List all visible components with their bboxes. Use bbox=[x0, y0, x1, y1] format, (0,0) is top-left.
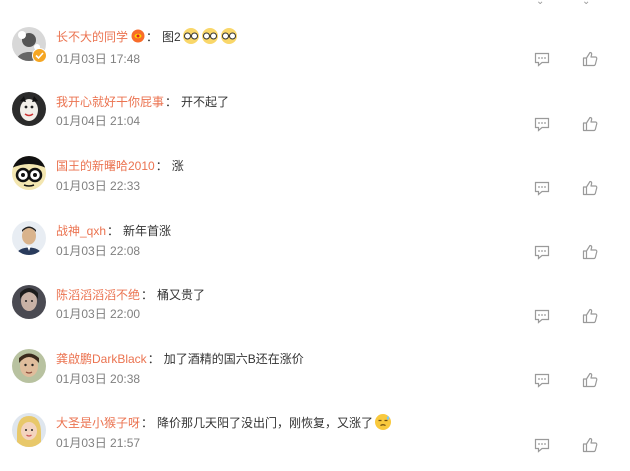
like-button[interactable] bbox=[581, 371, 599, 389]
doge-glasses-emoji-icon bbox=[220, 27, 238, 45]
thumbs-up-icon bbox=[582, 437, 598, 453]
like-button[interactable] bbox=[581, 179, 599, 197]
reply-button[interactable] bbox=[533, 307, 551, 325]
like-button[interactable] bbox=[581, 50, 599, 68]
comment-item: 大圣是小猴子呀： 降价那几天阳了没出门，刚恢复，又涨了 01月03日 21:57 bbox=[0, 407, 630, 471]
colon: ： bbox=[155, 159, 168, 173]
username-link[interactable]: 龚啟鹏DarkBlack bbox=[56, 352, 147, 366]
colon: ： bbox=[107, 224, 120, 238]
comment-icon bbox=[534, 52, 550, 67]
colon: ： bbox=[141, 288, 154, 302]
cropped-icon: ⌄ bbox=[582, 0, 591, 7]
username-link[interactable]: 我开心就好干你屁事 bbox=[56, 95, 164, 109]
comment-time: 01月03日 22:08 bbox=[56, 244, 141, 258]
comment-item: 国王的新曙哈2010：涨 01月03日 22:33 bbox=[0, 150, 630, 214]
thumbs-up-icon bbox=[582, 308, 598, 324]
username-link[interactable]: 大圣是小猴子呀 bbox=[56, 416, 140, 430]
verified-badge-icon bbox=[32, 48, 47, 63]
user-avatar[interactable] bbox=[12, 349, 46, 383]
comment-item: 长不大的同学 ：图2 01月03日 17:48 bbox=[0, 21, 630, 85]
avatar-photo-icon bbox=[12, 92, 46, 126]
like-button[interactable] bbox=[581, 115, 599, 133]
comment-text: 新年首涨 bbox=[123, 224, 172, 238]
comment-item: 我开心就好干你屁事： 开不起了 01月04日 21:04 bbox=[0, 86, 630, 150]
vip-badge-icon bbox=[131, 29, 145, 43]
comment-line: 龚啟鹏DarkBlack： 加了酒精的国六B还在涨价 bbox=[56, 349, 304, 369]
comment-icon bbox=[534, 309, 550, 324]
reply-button[interactable] bbox=[533, 436, 551, 454]
comment-item: 龚啟鹏DarkBlack： 加了酒精的国六B还在涨价 01月03日 20:38 bbox=[0, 343, 630, 407]
comment-icon bbox=[534, 373, 550, 388]
comment-text: 桶又贵了 bbox=[157, 288, 206, 302]
comment-time: 01月03日 20:38 bbox=[56, 372, 141, 386]
awkward-face-emoji-icon bbox=[374, 413, 392, 431]
comment-text: 开不起了 bbox=[181, 95, 230, 109]
comment-icon bbox=[534, 438, 550, 453]
reply-button[interactable] bbox=[533, 179, 551, 197]
avatar-cartoon-glasses-icon bbox=[12, 156, 46, 190]
avatar-photo-icon bbox=[12, 413, 46, 447]
doge-glasses-emoji-icon bbox=[201, 27, 219, 45]
doge-glasses-emoji-icon bbox=[182, 27, 200, 45]
reply-button[interactable] bbox=[533, 115, 551, 133]
user-avatar[interactable] bbox=[12, 413, 46, 447]
like-button[interactable] bbox=[581, 436, 599, 454]
comment-text: 降价那几天阳了没出门，刚恢复，又涨了 bbox=[157, 416, 374, 430]
comment-item: 陈滔滔滔滔不绝： 桶又贵了 01月03日 22:00 bbox=[0, 279, 630, 343]
comment-time: 01月03日 22:00 bbox=[56, 307, 141, 321]
comment-icon bbox=[534, 181, 550, 196]
user-avatar[interactable] bbox=[12, 221, 46, 255]
comment-icon bbox=[534, 117, 550, 132]
comment-line: 大圣是小猴子呀： 降价那几天阳了没出门，刚恢复，又涨了 bbox=[56, 413, 392, 433]
comment-icon bbox=[534, 245, 550, 260]
colon: ： bbox=[165, 95, 178, 109]
avatar-photo-icon bbox=[12, 349, 46, 383]
top-cropped-actions: ⌄ ⌄ bbox=[0, 0, 630, 7]
comment-time: 01月03日 17:48 bbox=[56, 52, 141, 66]
username-link[interactable]: 陈滔滔滔滔不绝 bbox=[56, 288, 140, 302]
colon: ： bbox=[147, 352, 160, 366]
thumbs-up-icon bbox=[582, 180, 598, 196]
user-avatar[interactable] bbox=[12, 285, 46, 319]
user-avatar[interactable] bbox=[12, 156, 46, 190]
reply-button[interactable] bbox=[533, 371, 551, 389]
comment-text: 加了酒精的国六B还在涨价 bbox=[163, 352, 304, 366]
username-link[interactable]: 国王的新曙哈2010 bbox=[56, 159, 155, 173]
comment-text: 图2 bbox=[162, 30, 181, 44]
reply-button[interactable] bbox=[533, 50, 551, 68]
colon: ： bbox=[146, 30, 159, 44]
colon: ： bbox=[141, 416, 154, 430]
avatar-photo-icon bbox=[12, 221, 46, 255]
like-button[interactable] bbox=[581, 243, 599, 261]
thumbs-up-icon bbox=[582, 372, 598, 388]
user-avatar[interactable] bbox=[12, 92, 46, 126]
username-link[interactable]: 战神_qxh bbox=[56, 224, 106, 238]
username-link[interactable]: 长不大的同学 bbox=[56, 30, 128, 44]
comment-line: 国王的新曙哈2010：涨 bbox=[56, 156, 184, 176]
like-button[interactable] bbox=[581, 307, 599, 325]
cropped-icon: ⌄ bbox=[536, 0, 545, 7]
thumbs-up-icon bbox=[582, 244, 598, 260]
comment-time: 01月03日 21:57 bbox=[56, 436, 141, 450]
comment-item: 战神_qxh： 新年首涨 01月03日 22:08 bbox=[0, 215, 630, 279]
comment-line: 长不大的同学 ：图2 bbox=[56, 27, 238, 47]
reply-button[interactable] bbox=[533, 243, 551, 261]
comment-line: 我开心就好干你屁事： 开不起了 bbox=[56, 92, 229, 112]
comment-time: 01月04日 21:04 bbox=[56, 114, 141, 128]
comment-text: 涨 bbox=[171, 159, 184, 173]
thumbs-up-icon bbox=[582, 51, 598, 67]
avatar-photo-icon bbox=[12, 285, 46, 319]
comment-line: 陈滔滔滔滔不绝： 桶又贵了 bbox=[56, 285, 205, 305]
comment-line: 战神_qxh： 新年首涨 bbox=[56, 221, 171, 241]
comment-time: 01月03日 22:33 bbox=[56, 179, 141, 193]
thumbs-up-icon bbox=[582, 116, 598, 132]
